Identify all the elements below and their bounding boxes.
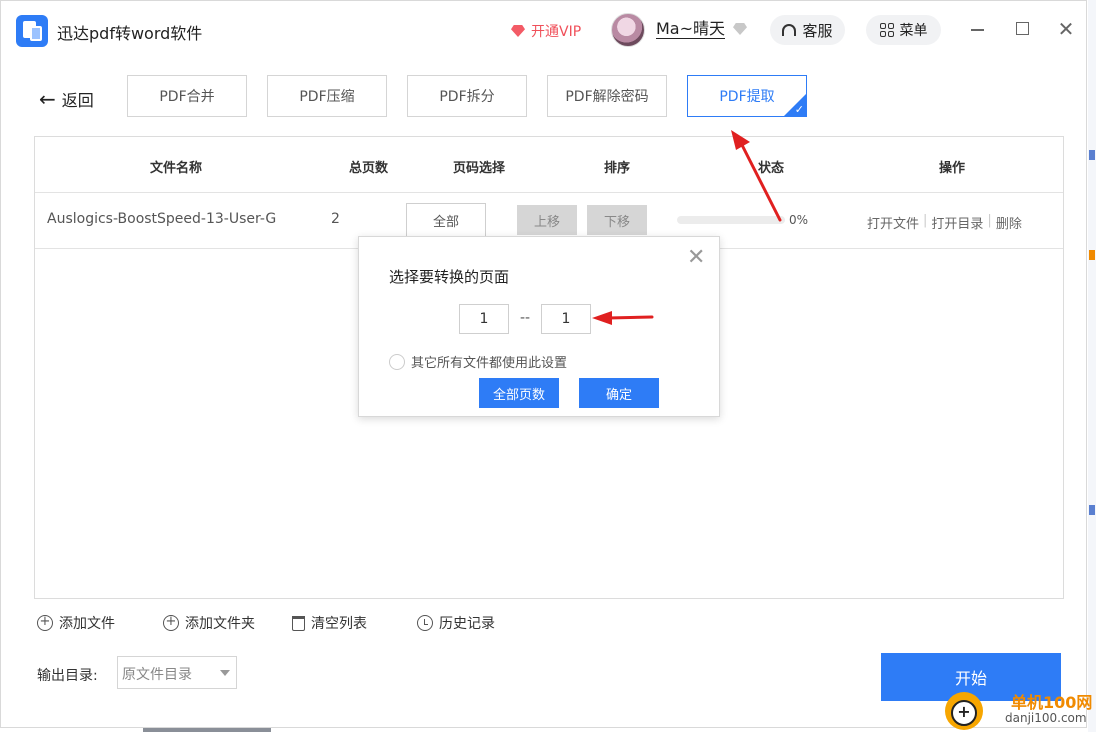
tool-pdf-compress[interactable]: PDF压缩 bbox=[267, 75, 387, 117]
file-name: Auslogics-BoostSpeed-13-User-Gu bbox=[47, 211, 277, 227]
open-folder-link[interactable]: 打开目录 bbox=[931, 213, 983, 232]
tool-pdf-extract[interactable]: PDF提取 ✓ bbox=[687, 75, 807, 117]
close-icon[interactable]: ✕ bbox=[687, 247, 705, 269]
tool-pdf-unlock[interactable]: PDF解除密码 bbox=[547, 75, 667, 117]
page-range-dialog: 选择要转换的页面 ✕ -- 其它所有文件都使用此设置 全部页数 确定 bbox=[358, 236, 720, 417]
tool-label: PDF拆分 bbox=[439, 89, 495, 105]
divider: | bbox=[987, 213, 992, 228]
apply-all-option[interactable]: 其它所有文件都使用此设置 bbox=[389, 352, 567, 371]
vip-button[interactable]: 开通VIP bbox=[511, 21, 581, 41]
maximize-button[interactable] bbox=[1013, 19, 1033, 39]
col-order: 排序 bbox=[604, 161, 631, 176]
diamond-icon bbox=[511, 25, 525, 37]
from-page-input[interactable] bbox=[459, 304, 509, 334]
vip-label: 开通VIP bbox=[531, 24, 582, 40]
avatar[interactable] bbox=[611, 13, 645, 47]
add-folder-label: 添加文件夹 bbox=[185, 616, 255, 632]
background-mark bbox=[1089, 250, 1095, 260]
title-bar: 迅达pdf转word软件 开通VIP Ma~晴天 客服 菜单 ✕ bbox=[1, 1, 1086, 61]
username[interactable]: Ma~晴天 bbox=[656, 20, 726, 39]
headset-icon bbox=[782, 24, 797, 36]
add-file-label: 添加文件 bbox=[59, 616, 115, 632]
service-button[interactable]: 客服 bbox=[770, 15, 845, 45]
col-file-name: 文件名称 bbox=[150, 161, 203, 176]
close-icon[interactable]: ✕ bbox=[1056, 19, 1076, 39]
arrow-left-icon: ← bbox=[39, 87, 56, 111]
tool-label: PDF提取 bbox=[719, 89, 775, 105]
add-file-button[interactable]: + 添加文件 bbox=[37, 613, 115, 633]
move-down-button[interactable]: 下移 bbox=[587, 205, 647, 235]
chevron-down-icon bbox=[220, 670, 230, 676]
clear-list-button[interactable]: 清空列表 bbox=[292, 613, 367, 633]
app-logo-icon bbox=[16, 15, 48, 47]
app-title: 迅达pdf转word软件 bbox=[57, 24, 203, 43]
confirm-button[interactable]: 确定 bbox=[579, 378, 659, 408]
output-dir-select[interactable]: 原文件目录 bbox=[117, 656, 237, 689]
background-window-edge bbox=[1088, 0, 1096, 732]
watermark-url: danji100.com bbox=[1005, 711, 1087, 725]
menu-label: 菜单 bbox=[899, 23, 928, 39]
history-label: 历史记录 bbox=[439, 616, 495, 632]
site-watermark: + 单机100网 danji100.com bbox=[945, 690, 1096, 732]
delete-link[interactable]: 删除 bbox=[996, 213, 1022, 232]
output-dir-label: 输出目录: bbox=[37, 668, 98, 684]
vip-badge-icon bbox=[733, 23, 747, 35]
table-header: 文件名称 总页数 页码选择 排序 状态 操作 bbox=[35, 137, 1063, 193]
tool-label: PDF解除密码 bbox=[565, 89, 649, 105]
check-icon: ✓ bbox=[794, 103, 804, 116]
history-button[interactable]: 历史记录 bbox=[417, 613, 495, 633]
history-icon bbox=[417, 615, 433, 631]
open-file-link[interactable]: 打开文件 bbox=[867, 213, 919, 232]
app-window: 迅达pdf转word软件 开通VIP Ma~晴天 客服 菜单 ✕ ← 返回 PD… bbox=[0, 0, 1087, 728]
move-up-button[interactable]: 上移 bbox=[517, 205, 577, 235]
tool-pdf-split[interactable]: PDF拆分 bbox=[407, 75, 527, 117]
minimize-button[interactable] bbox=[968, 19, 988, 39]
add-folder-button[interactable]: + 添加文件夹 bbox=[163, 613, 255, 633]
trash-icon bbox=[292, 615, 305, 631]
back-button[interactable]: ← 返回 bbox=[39, 87, 94, 111]
col-page-select: 页码选择 bbox=[453, 161, 506, 176]
add-circle-icon: + bbox=[37, 615, 53, 631]
tool-pdf-merge[interactable]: PDF合并 bbox=[127, 75, 247, 117]
tool-label: PDF压缩 bbox=[299, 89, 355, 105]
col-total-pages: 总页数 bbox=[349, 161, 389, 176]
grid-icon bbox=[879, 23, 894, 37]
clear-list-label: 清空列表 bbox=[311, 616, 367, 632]
col-actions: 操作 bbox=[939, 161, 966, 176]
status-percent: 0% bbox=[789, 213, 809, 227]
back-label: 返回 bbox=[61, 91, 94, 110]
row-actions: 打开文件 | 打开目录 | 删除 bbox=[867, 213, 1022, 232]
to-page-input[interactable] bbox=[541, 304, 591, 334]
watermark-logo-icon: + bbox=[945, 692, 983, 730]
col-status: 状态 bbox=[758, 161, 785, 176]
service-label: 客服 bbox=[802, 21, 833, 40]
menu-button[interactable]: 菜单 bbox=[866, 15, 941, 45]
page-select-button[interactable]: 全部 bbox=[406, 203, 486, 237]
background-taskbar-edge bbox=[143, 728, 271, 732]
watermark-brand: 单机100网 bbox=[1011, 693, 1093, 712]
dialog-title: 选择要转换的页面 bbox=[389, 268, 510, 286]
total-pages: 2 bbox=[331, 211, 340, 227]
output-dir-value: 原文件目录 bbox=[122, 667, 192, 683]
apply-all-label: 其它所有文件都使用此设置 bbox=[411, 356, 568, 371]
range-separator: -- bbox=[520, 310, 531, 326]
all-pages-button[interactable]: 全部页数 bbox=[479, 378, 559, 408]
progress-bar bbox=[677, 216, 785, 224]
add-circle-icon: + bbox=[163, 615, 179, 631]
tool-label: PDF合并 bbox=[159, 89, 215, 105]
background-mark bbox=[1089, 150, 1095, 160]
divider: | bbox=[923, 213, 928, 228]
background-mark bbox=[1089, 505, 1095, 515]
radio-button[interactable] bbox=[389, 353, 405, 370]
